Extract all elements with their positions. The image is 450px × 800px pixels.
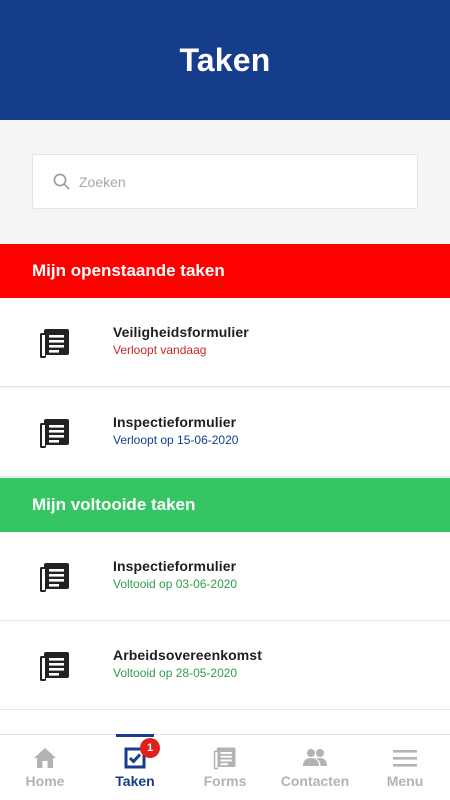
task-check-icon: 1 [122,738,160,769]
document-icon [39,327,71,359]
task-title: Inspectieformulier [113,414,237,430]
section-title: Mijn openstaande taken [32,261,225,280]
tab-label: Home [25,773,65,789]
task-status: Verloopt vandaag [113,343,207,357]
task-status: Voltooid op 03-06-2020 [113,577,238,591]
task-item[interactable]: Arbeidsovereenkomst Voltooid op 28-05-20… [0,621,450,710]
task-title: Veiligheidsformulier [113,324,249,340]
task-item[interactable]: Inspectieformulier Verloopt op 15-06-202… [0,388,450,477]
forms-icon [212,747,238,770]
search-input[interactable] [79,173,379,190]
task-item[interactable]: Inspectieformulier Voltooid op 03-06-202… [0,532,450,621]
tab-forms[interactable]: Forms [180,735,270,800]
document-icon [39,417,71,449]
tab-label: Taken [115,773,155,789]
section-title: Mijn voltooide taken [32,495,196,514]
tab-label: Forms [203,773,247,789]
document-icon [39,561,71,593]
menu-icon [392,747,418,769]
app-header: Taken [0,0,450,120]
tab-label: Contacten [280,773,350,789]
tab-home[interactable]: Home [0,735,90,800]
document-icon [39,650,71,682]
search-area [0,120,450,244]
section-header-open-tasks: Mijn openstaande taken [0,244,450,298]
task-status: Verloopt op 15-06-2020 [113,433,239,447]
notification-badge: 1 [140,738,160,758]
page-title: Taken [179,41,271,78]
task-title: Arbeidsovereenkomst [113,647,262,663]
section-header-completed-tasks: Mijn voltooide taken [0,478,450,532]
task-status: Voltooid op 28-05-2020 [113,666,238,680]
task-item[interactable]: Veiligheidsformulier Verloopt vandaag [0,298,450,387]
tab-label: Menu [386,773,424,789]
tab-menu[interactable]: Menu [360,735,450,800]
task-title: Inspectieformulier [113,558,237,574]
search-icon [51,172,71,192]
home-icon [32,747,58,769]
tab-taken[interactable]: 1 Taken [90,734,180,800]
tab-contacten[interactable]: Contacten [270,735,360,800]
bottom-tab-bar: Home 1 Taken Forms Contacten Menu [0,734,450,800]
search-box[interactable] [32,154,418,209]
contacts-icon [302,747,328,769]
